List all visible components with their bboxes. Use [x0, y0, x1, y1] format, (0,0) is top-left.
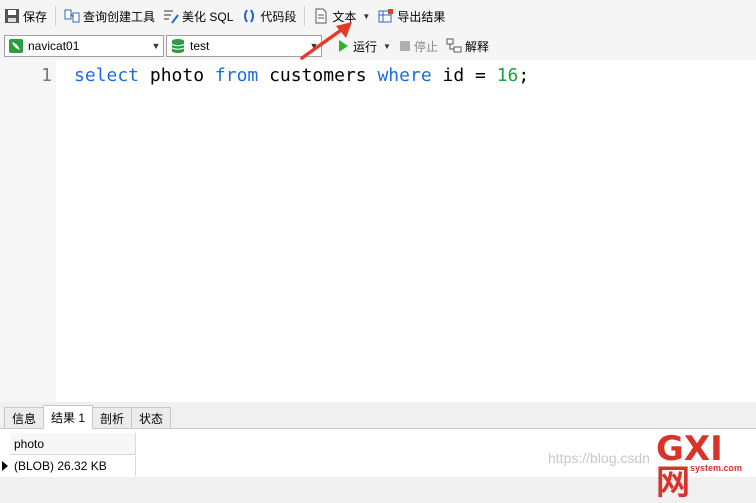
- sql-editor[interactable]: 1 select photo from customers where id =…: [0, 60, 756, 402]
- stop-icon: [399, 41, 410, 51]
- keyword-select: select: [74, 65, 140, 86]
- tab-status[interactable]: 状态: [131, 407, 172, 428]
- sql-code-line[interactable]: select photo from customers where id = 1…: [74, 65, 529, 86]
- export-result-button[interactable]: 导出结果: [374, 4, 449, 28]
- tab-result-1-label: 结果 1: [51, 411, 86, 425]
- chevron-down-icon: ▼: [151, 41, 161, 51]
- save-button[interactable]: 保存: [0, 4, 51, 28]
- beautify-icon: [164, 10, 179, 24]
- chevron-down-icon: ▼: [362, 11, 371, 21]
- watermark-text: https://blog.csdn: [548, 450, 650, 466]
- main-toolbar: 保存 查询创建工具 美化 SQL 代码段 文本 ▼ 导出结果: [0, 0, 756, 32]
- explain-button[interactable]: 解释: [442, 34, 493, 58]
- database-value: test: [190, 39, 210, 53]
- tab-status-label: 状态: [139, 411, 164, 426]
- tab-profile-label: 剖析: [100, 411, 125, 426]
- keyword-where: where: [377, 65, 432, 86]
- number-literal: 16: [496, 65, 519, 86]
- column-header-label: photo: [14, 436, 45, 451]
- explain-label: 解释: [464, 39, 489, 54]
- keyword-from: from: [214, 65, 259, 86]
- site-logo: GXI网 system.com: [656, 432, 756, 500]
- connection-value: navicat01: [28, 39, 80, 53]
- column-header-photo[interactable]: photo: [10, 433, 136, 455]
- tab-info-label: 信息: [12, 411, 37, 426]
- export-icon: [378, 9, 394, 23]
- query-builder-label: 查询创建工具: [83, 9, 156, 24]
- export-result-label: 导出结果: [397, 9, 446, 24]
- line-gutter: 1: [0, 60, 56, 402]
- table-cell[interactable]: (BLOB) 26.32 KB: [10, 456, 136, 476]
- database-icon: [171, 39, 185, 53]
- snippet-button[interactable]: 代码段: [237, 4, 300, 28]
- tab-result-1[interactable]: 结果 1: [43, 405, 94, 429]
- save-icon: [5, 9, 19, 23]
- explain-icon: [446, 38, 462, 53]
- connection-icon: [9, 39, 23, 53]
- condition-id: id =: [431, 65, 497, 86]
- tab-profile[interactable]: 剖析: [92, 407, 133, 428]
- identifier-customers: customers: [258, 65, 378, 86]
- beautify-sql-button[interactable]: 美化 SQL: [159, 4, 237, 28]
- line-number: 1: [41, 65, 52, 86]
- snippet-icon: [244, 9, 255, 23]
- result-tabs: 信息 结果 1 剖析 状态: [0, 404, 756, 429]
- cell-value: (BLOB) 26.32 KB: [14, 459, 107, 473]
- query-builder-button[interactable]: 查询创建工具: [60, 4, 159, 28]
- annotation-arrow-icon: [300, 22, 352, 60]
- current-row-icon: [2, 461, 8, 471]
- save-label: 保存: [23, 9, 48, 24]
- connection-select[interactable]: navicat01 ▼: [4, 35, 164, 57]
- toolbar-divider: [55, 6, 57, 26]
- query-builder-icon: [64, 9, 80, 23]
- identifier-photo: photo: [139, 65, 215, 86]
- stop-button[interactable]: 停止: [395, 34, 442, 58]
- statement-terminator: ;: [518, 65, 530, 86]
- chevron-down-icon: ▼: [383, 41, 391, 51]
- tab-info[interactable]: 信息: [4, 407, 45, 428]
- snippet-label: 代码段: [260, 9, 297, 24]
- beautify-sql-label: 美化 SQL: [182, 9, 234, 24]
- stop-label: 停止: [413, 39, 438, 54]
- logo-subtext: system.com: [690, 463, 743, 473]
